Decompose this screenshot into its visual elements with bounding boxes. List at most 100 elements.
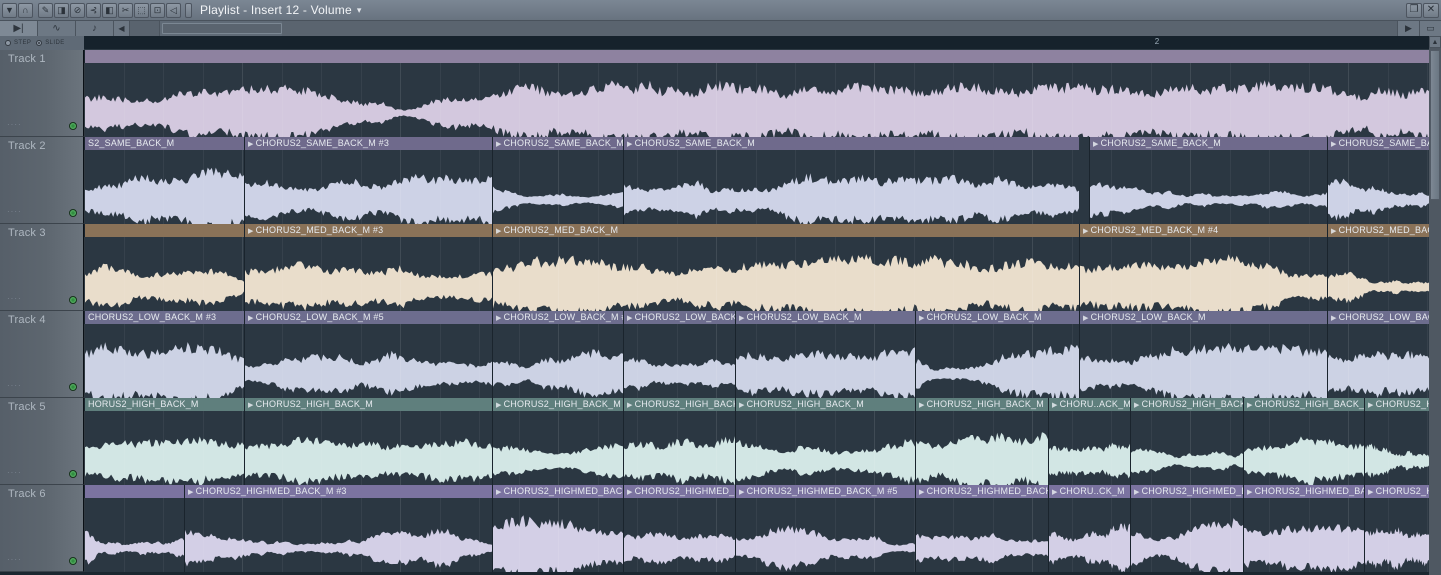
clip-waveform-area[interactable] — [916, 498, 1048, 572]
track-resize-handle[interactable]: ···· — [7, 207, 22, 216]
magnet-snap-icon[interactable]: ∩ — [18, 2, 33, 18]
clip-waveform-area[interactable] — [85, 324, 244, 398]
audio-clip[interactable]: ▶CHORUS2_HIGH_BACK_M — [735, 398, 915, 485]
clip-waveform-area[interactable] — [916, 324, 1079, 398]
audio-clip[interactable]: ▶CHORUS2_HIGH_BACK_M — [1243, 398, 1364, 485]
horizontal-zoom-slider[interactable] — [162, 23, 282, 34]
snap-option-step[interactable]: STEP — [5, 40, 31, 46]
track-lane-5[interactable]: HORUS2_HIGH_BACK_M ▶ CHORUS2_HIGH_BACK_M ▶ C… — [84, 398, 1429, 485]
clip-title-bar[interactable] — [85, 485, 184, 498]
track-header-5[interactable]: Track 5 ···· — [0, 398, 84, 485]
clip-title-bar[interactable]: ▶CHORUS2_HIGH_BACK_M — [1131, 398, 1243, 411]
audio-clip[interactable]: ▶CHORUS2_LOW_BACK_M — [735, 311, 915, 398]
clip-waveform-area[interactable] — [85, 411, 244, 485]
audio-clip[interactable]: ▶ CHORU..CK_M — [1048, 485, 1130, 572]
audio-clip[interactable]: ▶CHORUS2_HIGH_BACK_M — [1130, 398, 1243, 485]
clip-waveform-area[interactable] — [916, 411, 1048, 485]
clip-title-bar[interactable]: ▶CHORUS2_LOW_BACK_M #6 — [624, 311, 735, 324]
clip-waveform-area[interactable] — [736, 411, 915, 485]
audio-clip[interactable]: ▶CHORUS2_MED_BACK_M — [1327, 224, 1429, 311]
audio-clip[interactable]: ▶CHORUS2_HIGHMED_BACK_M — [1243, 485, 1364, 572]
clip-waveform-area[interactable] — [624, 150, 1079, 224]
clip-waveform-area[interactable] — [1365, 498, 1429, 572]
audio-clip[interactable]: ▶ CHORU..ACK_M — [1048, 398, 1130, 485]
clip-waveform-area[interactable] — [493, 237, 1079, 311]
clip-waveform-area[interactable] — [1244, 411, 1364, 485]
clip-waveform-area[interactable] — [624, 324, 735, 398]
clip-title-bar[interactable]: S2_SAME_BACK_M — [85, 137, 244, 150]
slice-tool-icon[interactable]: ✂ — [118, 2, 133, 18]
title-dropdown-icon[interactable]: ▾ — [357, 5, 362, 16]
audio-clip[interactable]: S2_SAME_BACK_M — [84, 137, 244, 224]
track-resize-handle[interactable]: ···· — [7, 120, 22, 129]
track-header-2[interactable]: Track 2 ···· — [0, 137, 84, 224]
clip-title-bar[interactable]: ▶ CHORUS2_HIGH_BACK_M #2 — [493, 398, 623, 411]
playback-tool-icon[interactable]: ◁ — [166, 2, 181, 18]
clip-title-bar[interactable]: ▶CHORUS2_HIGHMED_BACK_M #6 — [624, 485, 735, 498]
audio-clip[interactable]: ▶CHORUS2_HIGHMED_BACK_ — [1364, 485, 1429, 572]
audio-clip[interactable]: ▶CHORUS2_HIGHMED_BACK_ — [915, 485, 1048, 572]
clip-title-bar[interactable]: ▶CHORUS2_HIGH_BACK_M — [916, 398, 1048, 411]
zoom-tool-icon[interactable]: ⊡ — [150, 2, 165, 18]
clip-waveform-area[interactable] — [185, 498, 492, 572]
timeline-ruler[interactable]: 2 — [84, 36, 1429, 50]
audio-clip[interactable]: HORUS2_HIGH_BACK_M — [84, 398, 244, 485]
clip-title-bar[interactable]: ▶CHORUS2_SAME_BACK_M — [1328, 137, 1429, 150]
clip-title-bar[interactable]: ▶CHORUS2_HIGH_BACK_M — [245, 398, 492, 411]
clip-title-bar[interactable]: ▶ CHORUS2_HIGHMED_BACK_M #5 — [736, 485, 915, 498]
detach-panel-button[interactable]: ▭ — [1419, 21, 1441, 36]
track-enable-led[interactable] — [69, 122, 77, 130]
audio-clip[interactable]: ▶CHORUS2_HIGHMED_BACK_M — [1130, 485, 1243, 572]
clip-waveform-area[interactable] — [1328, 150, 1429, 224]
clip-waveform-area[interactable] — [736, 498, 915, 572]
clip-title-bar[interactable]: ▶CHORUS2_HIGH_BACK_M #3 — [624, 398, 735, 411]
tab-automation[interactable]: ∿ — [38, 21, 76, 36]
clip-waveform-area[interactable] — [624, 498, 735, 572]
audio-clip[interactable]: ▶CHORUS2_HIGH_BACK_M — [1364, 398, 1429, 485]
audio-clip[interactable]: ▶CHORUS2_LOW_BACK_M #6 — [623, 311, 735, 398]
audio-clip[interactable]: ▶CHORUS2_SAME_BACK_M — [623, 137, 1079, 224]
delete-tool-icon[interactable]: ⊘ — [70, 2, 85, 18]
clip-waveform-area[interactable] — [736, 324, 915, 398]
track-header-4[interactable]: Track 4 ···· — [0, 311, 84, 398]
clip-title-bar[interactable]: CHORUS2_LOW_BACK_M #3 — [85, 311, 244, 324]
track-enable-led[interactable] — [69, 470, 77, 478]
clip-waveform-area[interactable] — [1080, 237, 1327, 311]
audio-clip[interactable]: ▶CHORUS2_SAME_BACK_M — [1327, 137, 1429, 224]
clip-title-bar[interactable]: ▶CHORUS2_HIGHMED_BACK_M #4 — [493, 485, 623, 498]
audio-clip[interactable] — [84, 224, 244, 311]
clip-title-bar[interactable]: ▶ CHORUS2_MED_BACK_M #3 — [245, 224, 492, 237]
tab-pattern[interactable]: ▶| — [0, 21, 38, 36]
clip-title-bar[interactable] — [85, 50, 1429, 63]
vertical-scrollbar[interactable]: ▲ — [1429, 36, 1441, 575]
track-header-6[interactable]: Track 6 ···· — [0, 485, 84, 572]
restore-window-button[interactable]: ❐ — [1406, 2, 1422, 18]
clip-waveform-area[interactable] — [1049, 411, 1130, 485]
track-lane-1[interactable] — [84, 50, 1429, 137]
clip-waveform-area[interactable] — [1244, 498, 1364, 572]
clip-waveform-area[interactable] — [1328, 324, 1429, 398]
clip-title-bar[interactable]: ▶ CHORUS2_LOW_BACK_M #5 — [245, 311, 492, 324]
clip-waveform-area[interactable] — [1328, 237, 1429, 311]
clip-title-bar[interactable]: ▶CHORUS2_HIGHMED_BACK_ — [1365, 485, 1429, 498]
track-header-3[interactable]: Track 3 ···· — [0, 224, 84, 311]
audio-clip[interactable]: ▶CHORUS2_SAME_BACK_M — [1089, 137, 1327, 224]
clip-title-bar[interactable]: ▶CHORUS2_HIGHMED_BACK_M — [1131, 485, 1243, 498]
clip-title-bar[interactable]: ▶CHORUS2_HIGHMED_BACK_M — [1244, 485, 1364, 498]
track-resize-handle[interactable]: ···· — [7, 294, 22, 303]
clip-waveform-area[interactable] — [1080, 324, 1327, 398]
clip-title-bar[interactable] — [85, 224, 244, 237]
audio-clip[interactable]: ▶ CHORUS2_HIGHMED_BACK_M #5 — [735, 485, 915, 572]
track-lane-3[interactable]: ▶ CHORUS2_MED_BACK_M #3 ▶ CHORUS2_MED_BACK_… — [84, 224, 1429, 311]
clip-waveform-area[interactable] — [85, 150, 244, 224]
clip-title-bar[interactable]: ▶CHORUS2_LOW_BACK_M — [736, 311, 915, 324]
nav-prev-button[interactable]: ◀ — [114, 21, 130, 36]
clip-waveform-area[interactable] — [1090, 150, 1327, 224]
draw-tool-icon[interactable]: ✎ — [38, 2, 53, 18]
clip-title-bar[interactable]: ▶CHORUS2_HIGHMED_BACK_ — [916, 485, 1048, 498]
track-enable-led[interactable] — [69, 296, 77, 304]
audio-clip[interactable]: ▶CHORUS2_HIGH_BACK_M #3 — [623, 398, 735, 485]
audio-clip[interactable]: ▶ CHORUS2_MED_BACK_M #4 — [1079, 224, 1327, 311]
track-lane-2[interactable]: S2_SAME_BACK_M ▶ CHORUS2_SAME_BACK_M #3 ▶ CH… — [84, 137, 1429, 224]
audio-clip[interactable]: ▶CHORUS2_MED_BACK_M — [492, 224, 1079, 311]
